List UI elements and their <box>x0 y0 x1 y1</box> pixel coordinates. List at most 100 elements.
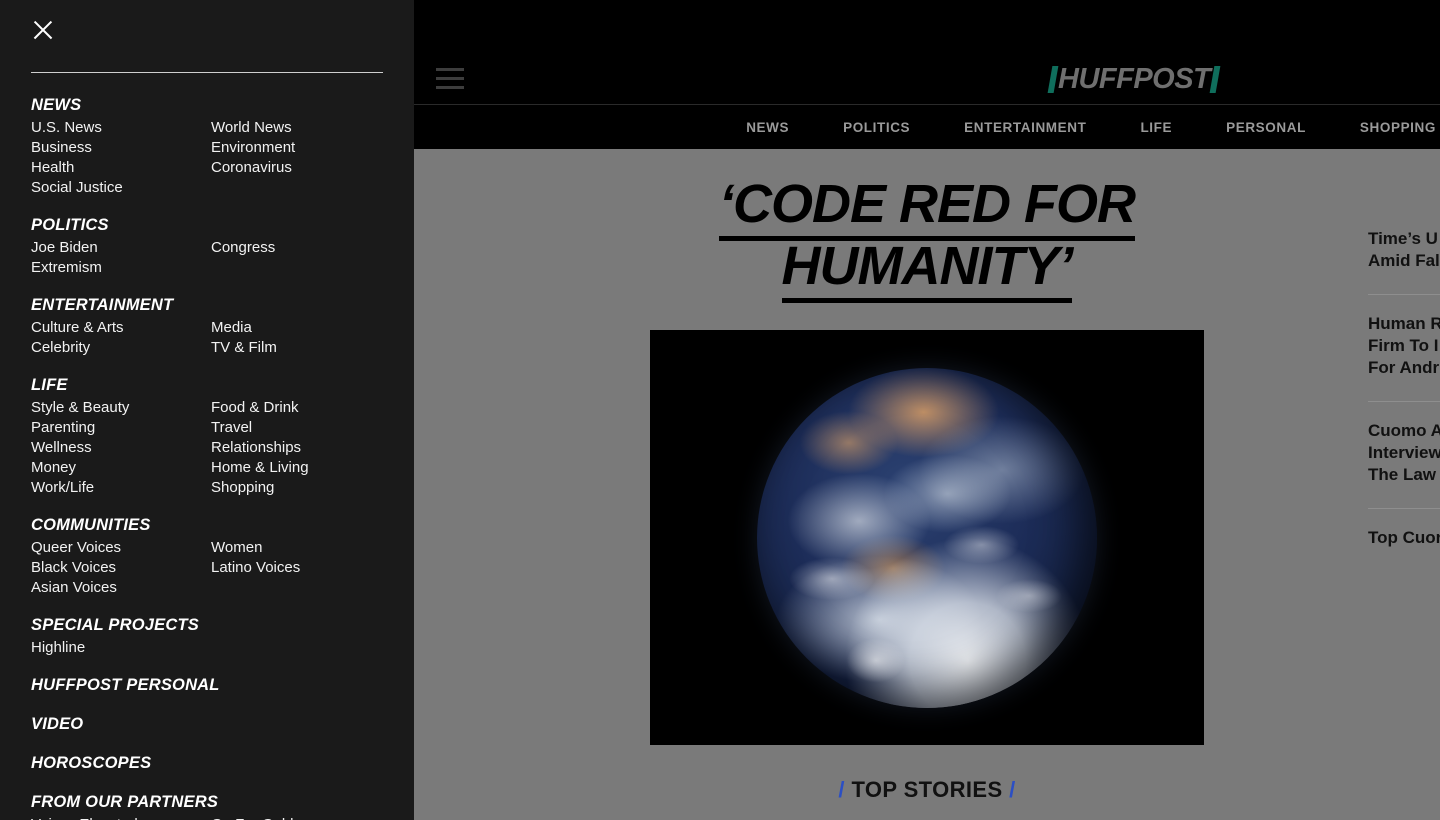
menu-section-horoscopes: HOROSCOPES <box>31 754 391 773</box>
logo-wordmark: HUFFPOST <box>1058 62 1211 95</box>
menu-section-from-our-partners: FROM OUR PARTNERS Voices ElevatedGo For G… <box>31 793 391 820</box>
menu-link-celebrity[interactable]: Celebrity <box>31 338 211 358</box>
top-stories-label: TOP STORIES <box>851 777 1003 802</box>
menu-link-column: Congress <box>211 238 391 278</box>
menu-link-column: Media TV & Film <box>211 318 391 358</box>
menu-section-heading-entertainment[interactable]: ENTERTAINMENT <box>31 296 391 315</box>
menu-section-heading-huffpost-personal[interactable]: HUFFPOST PERSONAL <box>31 676 391 695</box>
menu-link-work-life[interactable]: Work/Life <box>31 478 211 498</box>
page-content: HUFFPOST NEWS POLITICS ENTERTAINMENT LIF… <box>414 0 1440 820</box>
menu-link-u-s-news[interactable]: U.S. News <box>31 118 211 138</box>
huffpost-logo[interactable]: HUFFPOST <box>1047 62 1221 95</box>
menu-link-asian-voices[interactable]: Asian Voices <box>31 578 211 598</box>
menu-link-environment[interactable]: Environment <box>211 138 391 158</box>
slash-left: / <box>838 777 845 802</box>
menu-section-politics: POLITICS Joe Biden Extremism Congress <box>31 216 391 278</box>
menu-link-money[interactable]: Money <box>31 458 211 478</box>
main-nav-list: NEWS POLITICS ENTERTAINMENT LIFE PERSONA… <box>746 105 1440 150</box>
rail-headline-line: Cuomo A <box>1368 421 1440 440</box>
rail-headline-line: Firm To I <box>1368 336 1439 355</box>
menu-link-extremism[interactable]: Extremism <box>31 258 211 278</box>
menu-link-coronavirus[interactable]: Coronavirus <box>211 158 391 178</box>
list-item[interactable]: Top Cuor <box>1368 508 1440 571</box>
menu-link-media[interactable]: Media <box>211 318 391 338</box>
menu-link-wellness[interactable]: Wellness <box>31 438 211 458</box>
menu-link-tv-film[interactable]: TV & Film <box>211 338 391 358</box>
hamburger-bar <box>436 86 464 89</box>
menu-link-columns: Highline <box>31 638 391 658</box>
menu-link-column: Highline <box>31 638 211 658</box>
menu-link-social-justice[interactable]: Social Justice <box>31 178 211 198</box>
menu-link-column: World News Environment Coronavirus <box>211 118 391 198</box>
right-rail: Time’s U Amid Fal Human R Firm To I For … <box>1368 210 1440 571</box>
nav-item-personal[interactable]: PERSONAL <box>1226 120 1306 135</box>
menu-link-column: Women Latino Voices <box>211 538 391 598</box>
nav-item-news[interactable]: NEWS <box>746 120 789 135</box>
menu-link-columns: Queer Voices Black Voices Asian Voices Wome… <box>31 538 391 598</box>
close-icon[interactable] <box>31 18 55 42</box>
menu-link-column: U.S. News Business Health Social Justice <box>31 118 211 198</box>
top-stories-heading: / TOP STORIES / <box>414 777 1440 803</box>
menu-section-huffpost-personal: HUFFPOST PERSONAL <box>31 676 391 695</box>
menu-link-column: Culture & Arts Celebrity <box>31 318 211 358</box>
divider <box>31 72 383 73</box>
nav-item-life[interactable]: LIFE <box>1140 120 1172 135</box>
menu-link-column: Joe Biden Extremism <box>31 238 211 278</box>
slash-right: / <box>1009 777 1016 802</box>
menu-link-style-beauty[interactable]: Style & Beauty <box>31 398 211 418</box>
menu-section-news: NEWS U.S. News Business Health Social Justic… <box>31 96 391 198</box>
menu-link-voices-elevated[interactable]: Voices Elevated <box>31 815 211 820</box>
menu-link-health[interactable]: Health <box>31 158 211 178</box>
rail-headline-line: Amid Fal <box>1368 251 1440 270</box>
menu-link-latino-voices[interactable]: Latino Voices <box>211 558 391 578</box>
drawer-menu: NEWS U.S. News Business Health Social Justic… <box>31 96 391 820</box>
rail-headline-line: Time’s U <box>1368 229 1438 248</box>
hamburger-bar <box>436 77 464 80</box>
headline-line-2: HUMANITY’ <box>781 236 1073 303</box>
menu-section-heading-news[interactable]: NEWS <box>31 96 391 115</box>
menu-link-culture-arts[interactable]: Culture & Arts <box>31 318 211 338</box>
menu-link-highline[interactable]: Highline <box>31 638 211 658</box>
menu-section-communities: COMMUNITIES Queer Voices Black Voices Asian… <box>31 516 391 598</box>
menu-link-relationships[interactable]: Relationships <box>211 438 391 458</box>
menu-section-special-projects: SPECIAL PROJECTS Highline <box>31 616 391 658</box>
menu-link-go-for-gold[interactable]: Go For Gold <box>211 815 391 820</box>
rail-headline-line: For Andr <box>1368 358 1440 377</box>
menu-section-heading-from-our-partners[interactable]: FROM OUR PARTNERS <box>31 793 391 812</box>
nav-item-shopping[interactable]: SHOPPING <box>1360 120 1436 135</box>
menu-link-world-news[interactable]: World News <box>211 118 391 138</box>
menu-section-heading-horoscopes[interactable]: HOROSCOPES <box>31 754 391 773</box>
menu-link-business[interactable]: Business <box>31 138 211 158</box>
nav-item-entertainment[interactable]: ENTERTAINMENT <box>964 120 1086 135</box>
menu-link-columns: Joe Biden Extremism Congress <box>31 238 391 278</box>
menu-link-columns: U.S. News Business Health Social Justice Wor… <box>31 118 391 198</box>
menu-link-black-voices[interactable]: Black Voices <box>31 558 211 578</box>
list-item[interactable]: Human R Firm To I For Andr <box>1368 294 1440 401</box>
list-item[interactable]: Cuomo A Interview The Law <box>1368 401 1440 508</box>
menu-link-column: Style & Beauty Parenting Wellness Money Work… <box>31 398 211 498</box>
menu-link-shopping[interactable]: Shopping <box>211 478 391 498</box>
hamburger-bar <box>436 68 464 71</box>
menu-link-queer-voices[interactable]: Queer Voices <box>31 538 211 558</box>
rail-headline-line: Interview <box>1368 443 1440 462</box>
menu-link-food-drink[interactable]: Food & Drink <box>211 398 391 418</box>
menu-link-congress[interactable]: Congress <box>211 238 391 258</box>
menu-link-women[interactable]: Women <box>211 538 391 558</box>
hero-image[interactable] <box>650 330 1204 745</box>
hamburger-icon[interactable] <box>436 68 466 90</box>
list-item[interactable]: Time’s U Amid Fal <box>1368 210 1440 294</box>
menu-section-heading-communities[interactable]: COMMUNITIES <box>31 516 391 535</box>
menu-link-travel[interactable]: Travel <box>211 418 391 438</box>
rail-headline-line: The Law <box>1368 465 1437 484</box>
menu-link-home-living[interactable]: Home & Living <box>211 458 391 478</box>
menu-section-heading-special-projects[interactable]: SPECIAL PROJECTS <box>31 616 391 635</box>
menu-section-heading-video[interactable]: VIDEO <box>31 715 391 734</box>
nav-item-politics[interactable]: POLITICS <box>843 120 910 135</box>
site-header: HUFFPOST <box>414 0 1440 104</box>
lead-article: ‘CODE RED FOR HUMANITY’ / TOP STORIES / <box>414 149 1440 803</box>
menu-link-joe-biden[interactable]: Joe Biden <box>31 238 211 258</box>
menu-link-column: Food & Drink Travel Relationships Home & Li… <box>211 398 391 498</box>
menu-section-heading-politics[interactable]: POLITICS <box>31 216 391 235</box>
menu-section-heading-life[interactable]: LIFE <box>31 376 391 395</box>
menu-link-parenting[interactable]: Parenting <box>31 418 211 438</box>
